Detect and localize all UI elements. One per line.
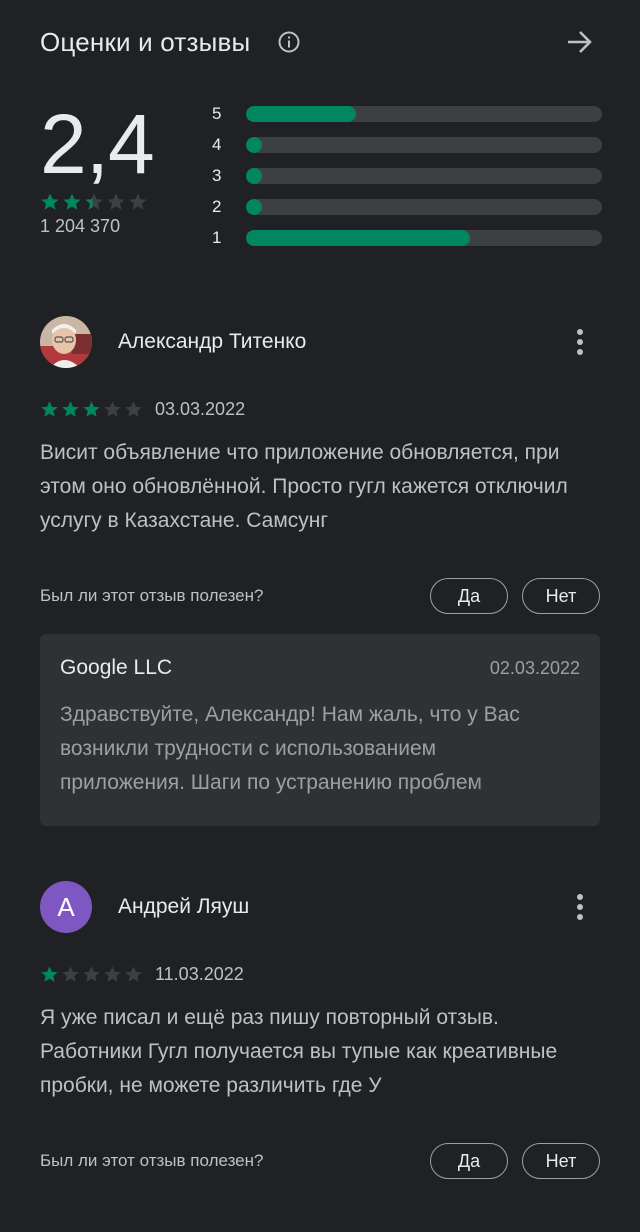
star-empty-icon — [124, 400, 143, 419]
histogram-track — [246, 136, 602, 153]
helpful-prompt: Был ли этот отзыв полезен? Да Нет — [40, 576, 600, 616]
star-filled-icon — [40, 965, 59, 984]
developer-name: Google LLC — [60, 656, 173, 679]
star-empty-icon — [124, 965, 143, 984]
histogram-fill — [246, 136, 262, 153]
review-meta: 03.03.2022 — [40, 396, 600, 422]
developer-reply-header: Google LLC 02.03.2022 — [60, 656, 580, 680]
histogram-fill — [246, 167, 262, 184]
histogram-label: 1 — [212, 227, 222, 247]
histogram-fill — [246, 229, 471, 246]
histogram-fill — [246, 198, 262, 215]
histogram-row: 1 — [212, 222, 602, 253]
star-empty-icon — [106, 192, 126, 212]
info-icon[interactable] — [278, 31, 300, 53]
developer-reply-text: Здравствуйте, Александр! Нам жаль, что у… — [60, 703, 520, 794]
histogram-track — [246, 105, 602, 122]
developer-reply-text-wrap: Здравствуйте, Александр! Нам жаль, что у… — [60, 698, 550, 800]
review-stars — [40, 400, 143, 419]
developer-reply-date: 02.03.2022 — [489, 657, 580, 678]
helpful-no-button[interactable]: Нет — [522, 1143, 600, 1179]
histogram-label: 4 — [212, 134, 222, 154]
star-filled-icon — [62, 192, 82, 212]
more-vert-icon[interactable] — [560, 887, 600, 927]
review-text[interactable]: Висит объявление что приложение обновляе… — [40, 436, 600, 538]
rating-histogram: 5 4 3 2 1 — [212, 98, 602, 253]
review-author: Андрей Ляуш — [118, 895, 250, 918]
average-rating: 2,4 — [40, 97, 155, 191]
review-header: Александр Титенко — [40, 316, 600, 368]
histogram-label: 3 — [212, 165, 222, 185]
helpful-yes-button[interactable]: Да — [430, 578, 508, 614]
histogram-fill — [246, 105, 357, 122]
text-fade — [470, 766, 550, 800]
avatar — [40, 316, 92, 368]
star-filled-icon — [40, 192, 60, 212]
review-meta: 11.03.2022 — [40, 961, 600, 987]
review-date: 03.03.2022 — [155, 398, 246, 419]
ratings-header: Оценки и отзывы — [40, 22, 600, 62]
star-filled-icon — [40, 400, 59, 419]
review-card: Александр Титенко 03.03.2022 Висит объяв… — [40, 316, 600, 826]
histogram-row: 5 — [212, 98, 602, 129]
rating-summary: 2,4 1 204 370 — [40, 96, 190, 237]
review-date: 11.03.2022 — [155, 963, 244, 984]
review-stars — [40, 965, 143, 984]
histogram-row: 4 — [212, 129, 602, 160]
star-filled-icon — [61, 400, 80, 419]
helpful-question: Был ли этот отзыв полезен? — [40, 586, 264, 605]
histogram-row: 2 — [212, 191, 602, 222]
section-title: Оценки и отзывы — [40, 26, 251, 57]
star-empty-icon — [128, 192, 148, 212]
rating-count: 1 204 370 — [40, 216, 121, 236]
star-half-icon — [84, 192, 104, 212]
helpful-prompt: Был ли этот отзыв полезен? Да Нет — [40, 1141, 600, 1181]
average-stars — [40, 192, 190, 212]
review-author: Александр Титенко — [118, 330, 307, 353]
histogram-track — [246, 229, 602, 246]
star-empty-icon — [103, 965, 122, 984]
developer-reply[interactable]: Google LLC 02.03.2022 Здравствуйте, Алек… — [40, 634, 600, 826]
avatar-letter: А — [57, 891, 75, 922]
review-header: А Андрей Ляуш — [40, 881, 600, 933]
review-text[interactable]: Я уже писал и ещё раз пишу повторный отз… — [40, 1001, 600, 1103]
histogram-track — [246, 198, 602, 215]
star-filled-icon — [82, 400, 101, 419]
star-empty-icon — [82, 965, 101, 984]
arrow-right-icon[interactable] — [564, 26, 596, 58]
helpful-question: Был ли этот отзыв полезен? — [40, 1151, 264, 1170]
helpful-yes-button[interactable]: Да — [430, 1143, 508, 1179]
histogram-label: 5 — [212, 103, 222, 123]
review-card: А Андрей Ляуш 11.03.2022 Я уже писал и е… — [40, 881, 600, 1181]
avatar: А — [40, 881, 92, 933]
histogram-track — [246, 167, 602, 184]
histogram-row: 3 — [212, 160, 602, 191]
helpful-no-button[interactable]: Нет — [522, 578, 600, 614]
star-empty-icon — [61, 965, 80, 984]
more-vert-icon[interactable] — [560, 322, 600, 362]
histogram-label: 2 — [212, 196, 222, 216]
star-empty-icon — [103, 400, 122, 419]
